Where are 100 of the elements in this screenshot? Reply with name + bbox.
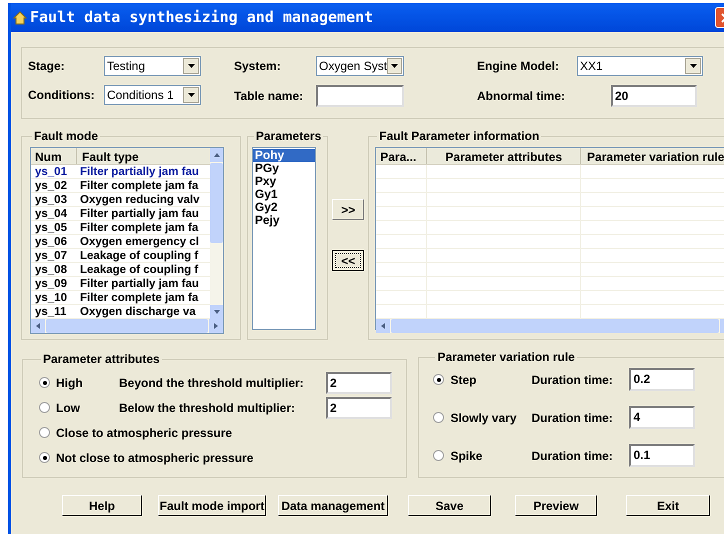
table-row[interactable]: ys_07 Leakage of coupling f (31, 249, 210, 263)
table-cell-text: Filter complete jam fa (79, 221, 200, 234)
table-row[interactable]: ys_01 Filter partially jam fau (31, 165, 210, 179)
left-arrow-icon[interactable] (36, 323, 40, 329)
table-cell-text: ys_04 (34, 207, 68, 220)
app-icon (13, 10, 27, 24)
column-header[interactable]: Para... (376, 148, 428, 164)
horizontal-scrollbar[interactable] (31, 319, 223, 333)
input-field[interactable]: 2 (326, 396, 392, 418)
table-cell-text: ys_09 (34, 277, 68, 290)
table-cell-text: Filter complete jam fa (79, 291, 200, 304)
table-row[interactable]: ys_03 Oxygen reducing valv (31, 193, 210, 207)
down-arrow-icon[interactable] (214, 310, 220, 314)
radio-button[interactable] (39, 402, 50, 413)
option-label: Low (56, 400, 80, 416)
up-arrow-icon[interactable] (214, 153, 220, 157)
dropdown[interactable]: Testing (104, 56, 201, 76)
option-label: High (56, 374, 83, 392)
group-title: Parameters (254, 128, 322, 145)
table-cell-text: ys_02 (34, 179, 68, 192)
table-row[interactable]: ys_02 Filter complete jam fa (31, 179, 210, 193)
dropdown[interactable]: Conditions 1 (104, 85, 201, 105)
table-row[interactable]: ys_10 Filter complete jam fa (31, 291, 210, 305)
radio-option[interactable]: Step (433, 370, 532, 388)
table-cell-text: ys_10 (34, 291, 68, 304)
group-title: Fault Parameter information (378, 128, 540, 145)
right-arrow-icon[interactable] (214, 323, 218, 329)
table-cell-text: ys_07 (34, 249, 68, 262)
option-label: Slowly vary (450, 410, 516, 426)
field-label: System: (234, 58, 282, 75)
column-header[interactable]: Num (31, 148, 77, 164)
radio-button[interactable] (39, 427, 50, 438)
field-label: Duration time: (531, 410, 614, 426)
dialog-button[interactable]: Save (408, 495, 491, 516)
horizontal-scrollbar[interactable] (376, 319, 724, 333)
transfer-button[interactable]: << (332, 250, 364, 271)
window-title: Fault data synthesizing and management (30, 7, 374, 28)
table-row[interactable]: ys_08 Leakage of coupling f (31, 263, 210, 277)
radio-option[interactable]: Spike (433, 446, 532, 464)
table-cell-text: Oxygen reducing valv (79, 193, 201, 206)
dialog-button[interactable]: Data management (278, 495, 388, 516)
field-label: Below the threshold multiplier: (119, 400, 296, 416)
dialog-button[interactable]: Exit (626, 495, 710, 516)
table-cell-text: ys_06 (34, 235, 68, 248)
column-header[interactable]: Parameter attributes (427, 148, 582, 164)
radio-button[interactable] (39, 452, 50, 463)
radio-option[interactable]: High (39, 374, 119, 392)
dialog-button[interactable]: Fault mode import (158, 495, 266, 516)
table-cell-text: Filter partially jam fau (79, 207, 200, 220)
group-title: Parameter attributes (42, 351, 161, 368)
field-label: Conditions: (28, 87, 96, 104)
input-field[interactable]: 4 (629, 406, 696, 429)
dialog-button[interactable]: Preview (515, 495, 597, 516)
field-label: Duration time: (531, 372, 614, 388)
left-arrow-icon[interactable] (381, 323, 386, 329)
group-title: Fault mode (33, 128, 100, 145)
table-row[interactable]: ys_06 Oxygen emergency cl (31, 235, 210, 249)
field-label: Stage: (28, 58, 66, 75)
field-label: Duration time: (531, 448, 614, 464)
vertical-scrollbar[interactable] (210, 148, 223, 319)
table-cell-text: ys_05 (34, 221, 68, 234)
table-cell-text: ys_01 (34, 165, 68, 178)
option-label: Spike (450, 448, 482, 464)
field-label: Beyond the threshold multiplier: (119, 374, 305, 392)
radio-button[interactable] (433, 450, 444, 461)
input-field[interactable]: 0.2 (629, 368, 696, 391)
radio-option[interactable]: Slowly vary (433, 408, 532, 426)
radio-button[interactable] (433, 412, 444, 423)
column-header[interactable]: Fault type (77, 148, 210, 164)
table-cell-text: ys_03 (34, 193, 68, 206)
option-label: Step (450, 372, 476, 388)
radio-button[interactable] (39, 377, 50, 388)
dialog-button[interactable]: Help (62, 495, 142, 516)
table-cell-text: Filter partially jam fau (79, 277, 200, 290)
table-cell-text: Oxygen emergency cl (79, 235, 200, 248)
table-cell-text: Oxygen discharge va (79, 305, 197, 318)
transfer-button[interactable]: >> (332, 199, 364, 220)
field-label: Engine Model: (477, 58, 560, 75)
list-item[interactable]: Gy1 (252, 188, 315, 201)
table-row[interactable]: ys_09 Filter partially jam fau (31, 277, 210, 291)
field-label: Abnormal time: (477, 88, 566, 105)
input-field[interactable]: 20 (611, 85, 697, 107)
list-item[interactable]: PGy (252, 162, 315, 175)
table-cell-text: Leakage of coupling f (79, 249, 200, 262)
field-label: Table name: (234, 88, 304, 105)
dropdown[interactable]: Oxygen Syst (316, 56, 404, 76)
radio-option[interactable]: Low (39, 398, 119, 416)
table-row[interactable]: ys_05 Filter complete jam fa (31, 221, 210, 235)
list-item[interactable]: Pxy (252, 175, 315, 188)
list-item[interactable]: Gy2 (252, 201, 315, 214)
list-item[interactable]: Pejy (252, 214, 315, 227)
input-field[interactable]: 2 (326, 372, 392, 394)
column-header[interactable]: Parameter variation rule (581, 148, 724, 164)
dropdown[interactable]: XX1 (577, 56, 703, 76)
list-item[interactable]: Pohy (252, 149, 315, 162)
table-row[interactable]: ys_04 Filter partially jam fau (31, 207, 210, 221)
group-title: Parameter variation rule (436, 349, 576, 366)
radio-button[interactable] (433, 374, 444, 385)
input-field[interactable] (316, 85, 404, 107)
input-field[interactable]: 0.1 (629, 444, 696, 467)
